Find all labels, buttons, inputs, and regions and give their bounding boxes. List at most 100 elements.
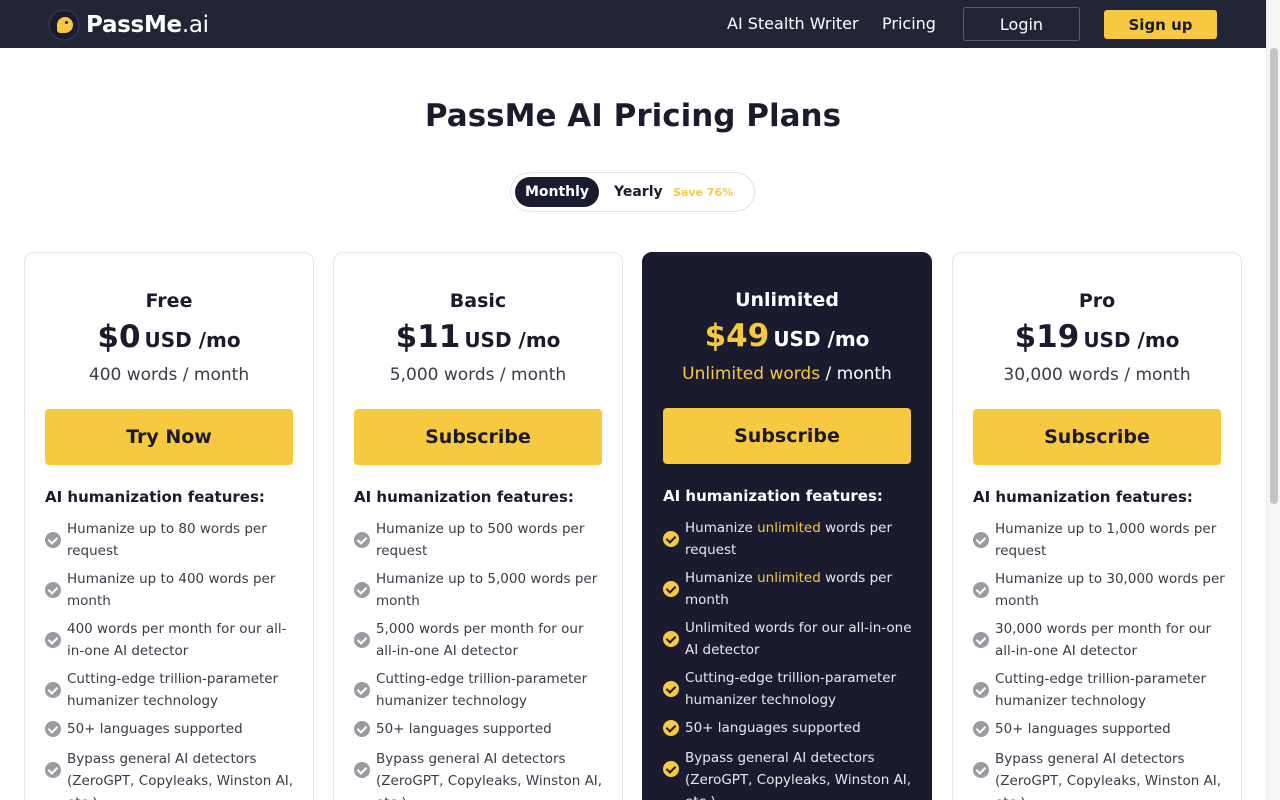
billing-period-toggle: Monthly Yearly Save 76% xyxy=(510,172,755,212)
plan-name: Pro xyxy=(1078,290,1116,312)
feature-text: Cutting-edge trillion-parameter humanize… xyxy=(995,671,1207,709)
login-button[interactable]: Login xyxy=(963,7,1080,41)
feature-text: Humanize up to 30,000 words per month xyxy=(995,571,1225,609)
feature-text: 50+ languages supported xyxy=(67,721,243,737)
try-now-button[interactable]: Try Now xyxy=(45,409,293,465)
word-limit-rest: / month xyxy=(820,364,892,384)
feature-item: Humanize unlimited words per month xyxy=(663,567,915,617)
toggle-yearly[interactable]: Yearly xyxy=(614,184,663,200)
plan-price: $11 USD /mo xyxy=(334,319,622,355)
plan-card-basic: Basic $11 USD /mo 5,000 words / month Sub… xyxy=(333,252,623,800)
check-circle-icon xyxy=(973,582,989,598)
feature-list: Humanize up to 1,000 words per request H… xyxy=(973,518,1225,800)
feature-text-before: Humanize xyxy=(685,570,758,586)
feature-text: Cutting-edge trillion-parameter humanize… xyxy=(685,670,897,708)
plan-card-pro: Pro $19 USD /mo 30,000 words / month Subs… xyxy=(952,252,1242,800)
top-nav: PassMe.ai AI Stealth Writer Pricing Logi… xyxy=(0,0,1266,48)
check-circle-icon xyxy=(45,682,61,698)
feature-item: 50+ languages supported xyxy=(663,717,915,747)
feature-text: Humanize up to 80 words per request xyxy=(67,521,267,559)
check-circle-icon xyxy=(45,582,61,598)
feature-text: Humanize up to 500 words per request xyxy=(376,521,585,559)
plan-word-limit: 5,000 words / month xyxy=(389,365,567,385)
plan-word-limit: Unlimited words / month xyxy=(643,364,931,384)
plan-word-limit: 30,000 words / month xyxy=(1003,365,1191,385)
check-circle-icon xyxy=(45,721,61,737)
feature-item: Humanize unlimited words per request xyxy=(663,517,915,567)
check-circle-icon xyxy=(973,532,989,548)
feature-item: Humanize up to 1,000 words per request xyxy=(973,518,1225,568)
feature-list: Humanize up to 500 words per request Hum… xyxy=(354,518,606,800)
word-limit-highlight: Unlimited words xyxy=(682,364,821,384)
feature-text: Bypass general AI detectors (ZeroGPT, Co… xyxy=(685,750,912,800)
feature-item: Humanize up to 5,000 words per month xyxy=(354,568,606,618)
feature-item: Bypass general AI detectors (ZeroGPT, Co… xyxy=(663,747,915,800)
check-circle-icon xyxy=(663,631,679,647)
check-circle-icon xyxy=(663,581,679,597)
feature-item: Cutting-edge trillion-parameter humanize… xyxy=(354,668,606,718)
feature-item: 400 words per month for our all-in-one A… xyxy=(45,618,297,668)
feature-text-highlight: unlimited xyxy=(757,520,821,536)
plan-name: Unlimited xyxy=(735,289,839,311)
feature-item: Bypass general AI detectors (ZeroGPT, Co… xyxy=(354,748,606,800)
check-circle-icon xyxy=(354,762,370,778)
check-circle-icon xyxy=(663,531,679,547)
price-unit: USD /mo xyxy=(1083,328,1180,352)
feature-text: Humanize up to 5,000 words per month xyxy=(376,571,598,609)
plan-word-limit: 400 words / month xyxy=(88,365,250,385)
feature-text: 50+ languages supported xyxy=(376,721,552,737)
feature-list: Humanize up to 80 words per request Huma… xyxy=(45,518,297,800)
check-circle-icon xyxy=(973,632,989,648)
logo[interactable]: PassMe.ai xyxy=(48,9,209,41)
price-amount: $0 xyxy=(97,319,141,355)
plan-name: Free xyxy=(145,290,193,312)
price-amount: $49 xyxy=(704,318,770,354)
check-circle-icon xyxy=(973,721,989,737)
feature-item: Bypass general AI detectors (ZeroGPT, Co… xyxy=(45,748,297,800)
feature-text-highlight: unlimited xyxy=(757,570,821,586)
toggle-monthly[interactable]: Monthly xyxy=(515,177,599,207)
plan-price: $19 USD /mo xyxy=(953,319,1241,355)
feature-text: Humanize up to 1,000 words per request xyxy=(995,521,1217,559)
price-unit: USD /mo xyxy=(773,327,870,351)
subscribe-button[interactable]: Subscribe xyxy=(663,408,911,464)
feature-item: Humanize up to 500 words per request xyxy=(354,518,606,568)
feature-item: 50+ languages supported xyxy=(973,718,1225,748)
subscribe-button[interactable]: Subscribe xyxy=(973,409,1221,465)
logo-mark-icon xyxy=(48,9,80,41)
signup-button[interactable]: Sign up xyxy=(1104,10,1217,39)
price-unit: USD /mo xyxy=(464,328,561,352)
feature-item: 5,000 words per month for our all-in-one… xyxy=(354,618,606,668)
feature-item: Cutting-edge trillion-parameter humanize… xyxy=(663,667,915,717)
page-scrollbar[interactable] xyxy=(1266,0,1280,800)
feature-item: 50+ languages supported xyxy=(354,718,606,748)
nav-link-stealth-writer[interactable]: AI Stealth Writer xyxy=(727,14,859,33)
feature-text: 30,000 words per month for our all-in-on… xyxy=(995,621,1212,659)
check-circle-icon xyxy=(45,762,61,778)
check-circle-icon xyxy=(354,532,370,548)
page-title: PassMe AI Pricing Plans xyxy=(424,98,842,134)
logo-tld: .ai xyxy=(181,12,209,38)
feature-text: Unlimited words for our all-in-one AI de… xyxy=(685,620,912,658)
feature-text: Bypass general AI detectors (ZeroGPT, Co… xyxy=(376,751,603,800)
features-title: AI humanization features: xyxy=(354,488,574,506)
check-circle-icon xyxy=(354,582,370,598)
feature-item: Cutting-edge trillion-parameter humanize… xyxy=(973,668,1225,718)
logo-text: PassMe.ai xyxy=(86,12,209,38)
plan-card-unlimited: Unlimited $49 USD /mo Unlimited words / m… xyxy=(642,252,932,800)
feature-text: 50+ languages supported xyxy=(995,721,1171,737)
scrollbar-thumb[interactable] xyxy=(1270,48,1278,504)
check-circle-icon xyxy=(45,532,61,548)
check-circle-icon xyxy=(663,761,679,777)
feature-text: 5,000 words per month for our all-in-one… xyxy=(376,621,584,659)
check-circle-icon xyxy=(354,632,370,648)
save-badge: Save 76% xyxy=(673,186,734,199)
feature-text: Bypass general AI detectors (ZeroGPT, Co… xyxy=(67,751,294,800)
check-circle-icon xyxy=(973,762,989,778)
subscribe-button[interactable]: Subscribe xyxy=(354,409,602,465)
nav-link-pricing[interactable]: Pricing xyxy=(882,14,936,33)
feature-item: Bypass general AI detectors (ZeroGPT, Co… xyxy=(973,748,1225,800)
feature-text: Bypass general AI detectors (ZeroGPT, Co… xyxy=(995,751,1222,800)
feature-text: Cutting-edge trillion-parameter humanize… xyxy=(67,671,279,709)
feature-text-before: Humanize xyxy=(685,520,758,536)
